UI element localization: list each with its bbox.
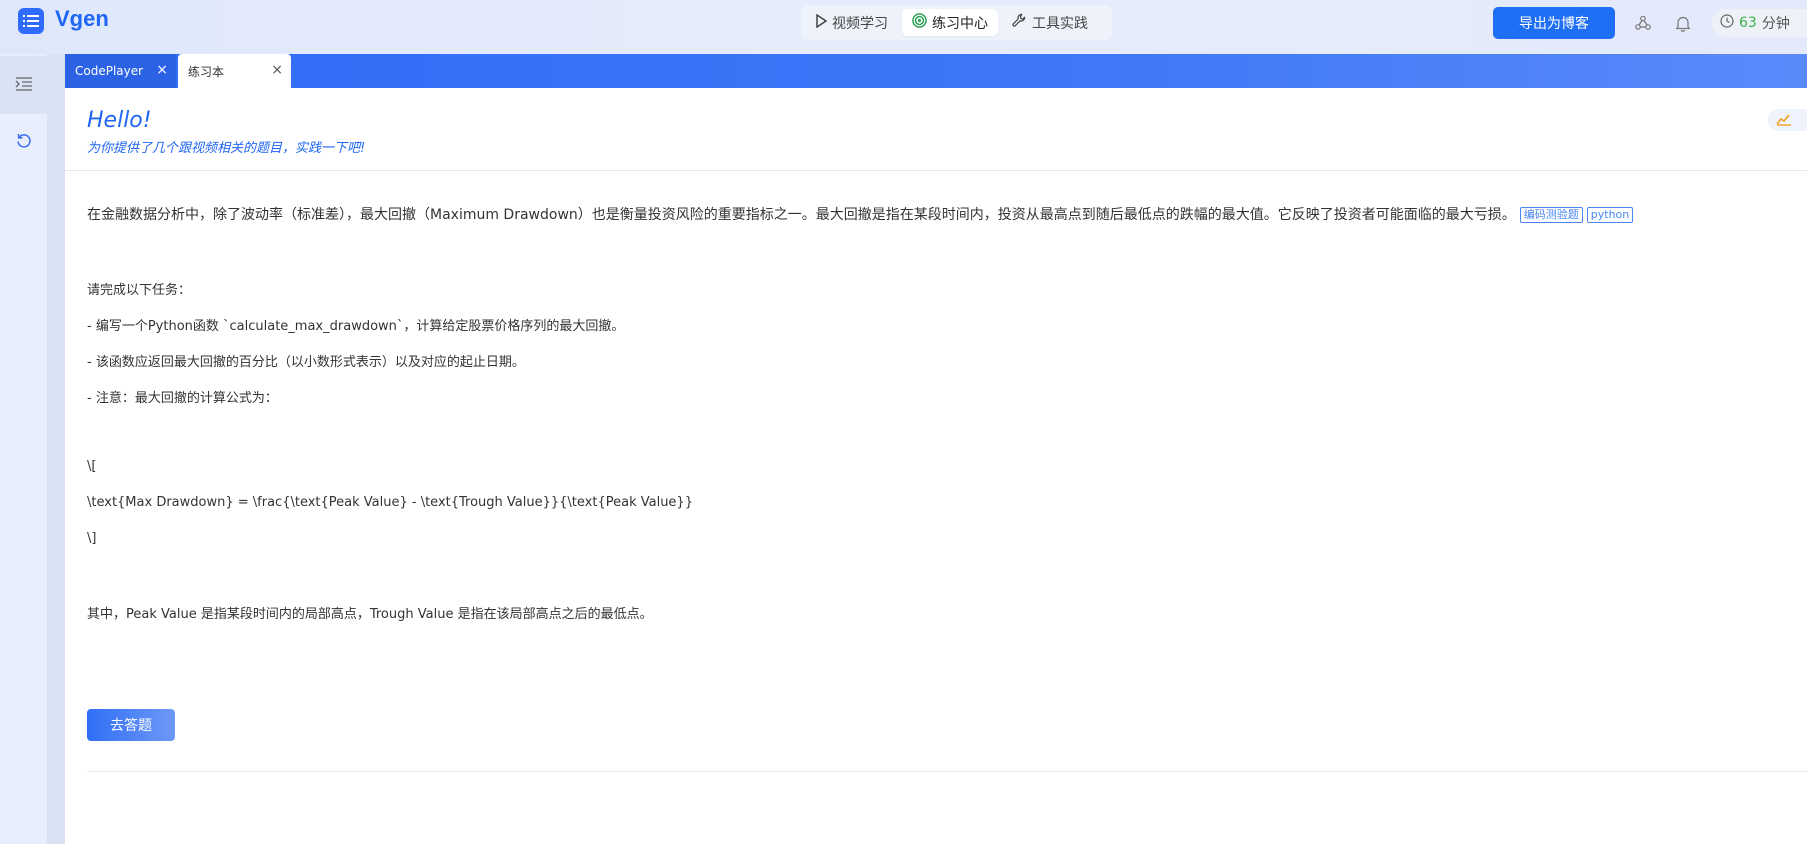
timer-value: 63 <box>1739 15 1757 31</box>
top-bar: Vgen 视频学习 练习中心 工具实践 导出为博客 63 分钟 <box>0 0 1807 54</box>
tag-python: python <box>1586 207 1634 223</box>
header-divider <box>65 170 1807 171</box>
sidebar-divider <box>47 54 65 844</box>
sidebar-item-history[interactable] <box>0 114 47 172</box>
formula-open: \[ <box>87 459 97 474</box>
task-item: - 注意：最大回撤的计算公式为： <box>87 391 278 406</box>
greeting-title: Hello! <box>87 108 152 133</box>
formula-explanation: 其中，Peak Value 是指某段时间内的局部高点，Trough Value … <box>87 607 653 622</box>
task-item: - 该函数应返回最大回撤的百分比（以小数形式表示）以及对应的起止日期。 <box>87 355 525 370</box>
edit-badge[interactable] <box>1768 109 1807 131</box>
tag-coding-quiz: 编码测验题 <box>1519 207 1583 223</box>
task-item: - 编写一个Python函数 `calculate_max_drawdown`，… <box>87 319 625 334</box>
formula-close: \] <box>87 531 97 546</box>
tab-codeplayer[interactable]: CodePlayer × <box>65 54 176 88</box>
close-icon[interactable]: × <box>156 62 168 78</box>
left-sidebar <box>0 54 47 844</box>
target-icon <box>912 13 927 32</box>
document-tabs: CodePlayer × 练习本 × <box>65 54 1807 88</box>
content-divider <box>87 771 1807 772</box>
tab-tool-practice[interactable]: 工具实践 <box>1002 9 1098 36</box>
app-logo: Vgen <box>55 6 109 31</box>
tab-video-learning[interactable]: 视频学习 <box>805 9 898 36</box>
share-icon[interactable] <box>1632 12 1654 34</box>
close-icon[interactable]: × <box>271 62 283 78</box>
edit-chart-icon <box>1776 111 1792 130</box>
intro-text: 在金融数据分析中，除了波动率（标准差），最大回撤（Maximum Drawdow… <box>87 207 1516 223</box>
tab-label: 工具实践 <box>1032 15 1088 32</box>
study-timer: 63 分钟 <box>1712 9 1807 37</box>
refresh-icon <box>16 133 32 153</box>
question-intro: 在金融数据分析中，除了波动率（标准差），最大回撤（Maximum Drawdow… <box>87 204 1634 224</box>
clock-icon <box>1720 14 1734 32</box>
tab-notebook[interactable]: 练习本 × <box>178 54 291 88</box>
mode-tabs: 视频学习 练习中心 工具实践 <box>801 5 1112 40</box>
indent-list-icon <box>15 76 33 95</box>
tab-label: CodePlayer <box>75 64 144 78</box>
export-blog-button[interactable]: 导出为博客 <box>1493 7 1615 39</box>
bell-icon[interactable] <box>1672 12 1694 34</box>
timer-unit: 分钟 <box>1761 16 1790 32</box>
tab-label: 练习本 <box>188 64 225 79</box>
play-icon <box>815 13 828 32</box>
greeting-subtitle: 为你提供了几个跟视频相关的题目，实践一下吧! <box>87 141 366 156</box>
tab-practice-center[interactable]: 练习中心 <box>902 9 998 36</box>
task-heading: 请完成以下任务： <box>87 283 192 298</box>
tab-label: 视频学习 <box>832 15 888 32</box>
wrench-icon <box>1012 13 1027 32</box>
menu-list-icon[interactable] <box>18 8 44 34</box>
sidebar-item-outline[interactable] <box>0 56 47 114</box>
formula-body: \text{Max Drawdown} = \frac{\text{Peak V… <box>87 495 693 510</box>
go-answer-button[interactable]: 去答题 <box>87 709 175 741</box>
tab-label: 练习中心 <box>932 15 988 32</box>
practice-content: Hello! 为你提供了几个跟视频相关的题目，实践一下吧! 在金融数据分析中，除… <box>65 88 1807 844</box>
